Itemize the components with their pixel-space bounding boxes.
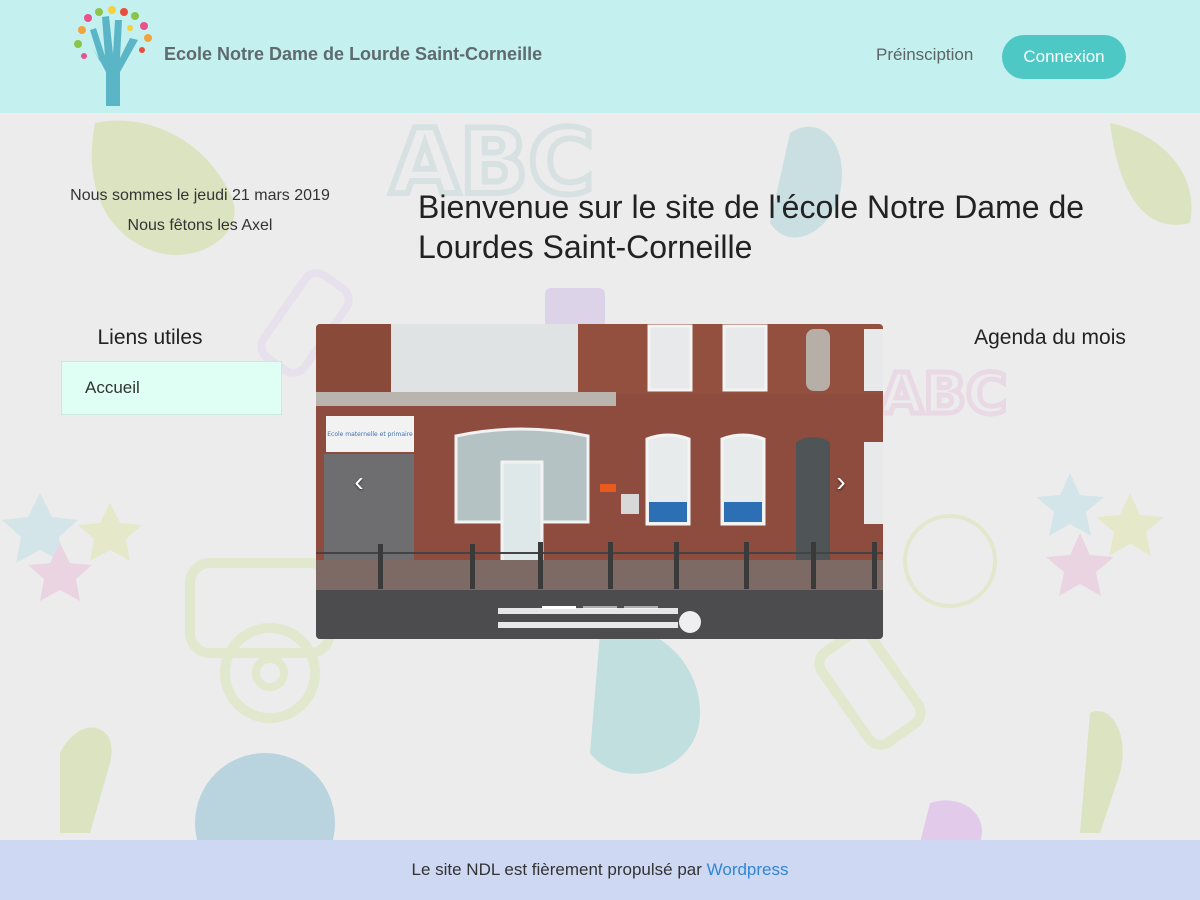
site-title[interactable]: Ecole Notre Dame de Lourde Saint-Corneil… <box>164 44 542 65</box>
useful-links-heading: Liens utiles <box>97 326 203 349</box>
wordpress-link[interactable]: Wordpress <box>707 860 789 879</box>
preinscription-link[interactable]: Préinsciption <box>876 45 973 65</box>
image-carousel[interactable]: Ecole maternelle et primaire ‹ › <box>316 324 883 639</box>
date-text: Nous sommes le jeudi 21 mars 2019 <box>70 187 330 204</box>
useful-links-list: Accueil <box>61 361 282 415</box>
page-title: Bienvenue sur le site de l'école Notre D… <box>418 189 1085 265</box>
site-header: Ecole Notre Dame de Lourde Saint-Corneil… <box>0 0 1200 113</box>
carousel-indicator-2[interactable] <box>583 606 617 609</box>
svg-text:ABC: ABC <box>880 362 1007 427</box>
carousel-indicator-3[interactable] <box>624 606 658 609</box>
chevron-left-icon[interactable]: ‹ <box>344 464 374 500</box>
chevron-right-icon[interactable]: › <box>826 464 856 500</box>
login-button[interactable]: Connexion <box>1002 35 1126 79</box>
school-photo: Ecole maternelle et primaire <box>316 324 883 639</box>
footer-text: Le site NDL est fièrement propulsé par <box>411 860 707 879</box>
carousel-indicators <box>542 606 658 609</box>
hand-tree-logo-icon[interactable] <box>72 6 156 108</box>
site-footer: Le site NDL est fièrement propulsé par W… <box>0 840 1200 900</box>
photo-sign-text: Ecole maternelle et primaire <box>327 431 413 438</box>
carousel-indicator-1[interactable] <box>542 606 576 609</box>
agenda-heading: Agenda du mois <box>974 326 1126 349</box>
name-day-text: Nous fêtons les Axel <box>127 217 273 234</box>
link-accueil[interactable]: Accueil <box>85 378 140 398</box>
